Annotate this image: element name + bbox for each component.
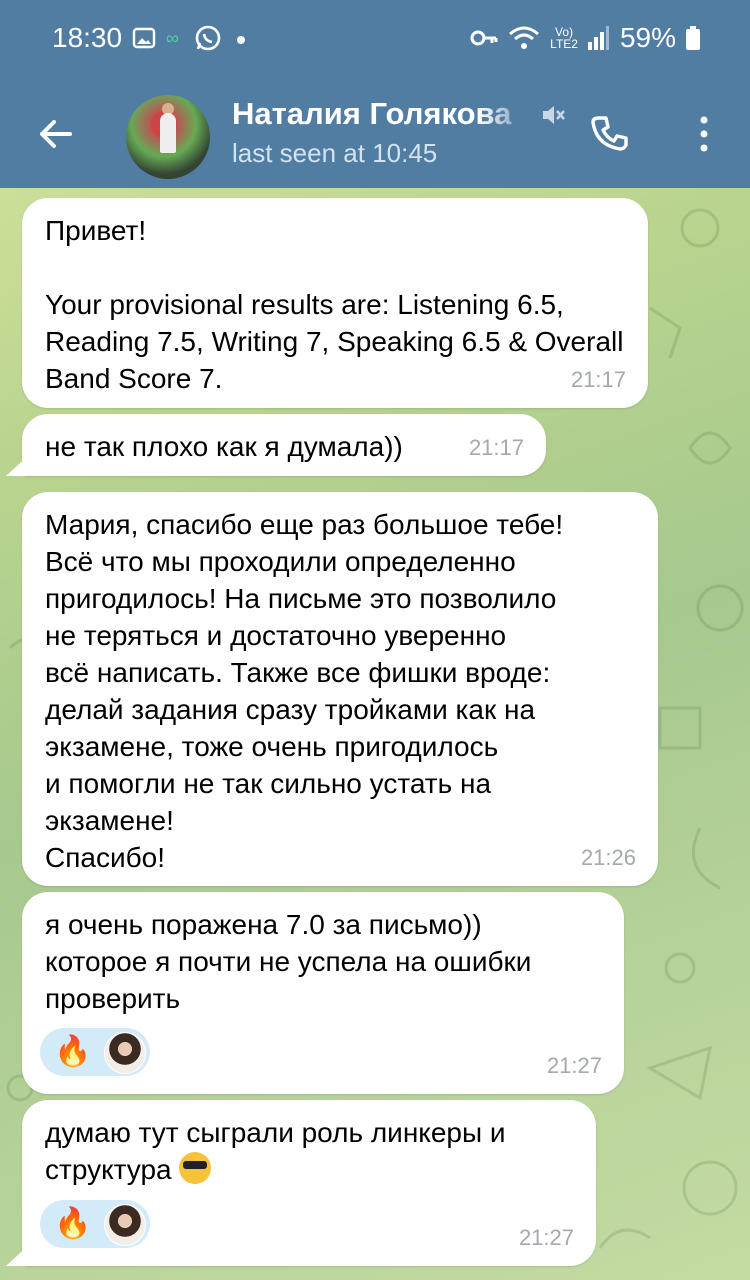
key-icon [470,30,498,46]
reactor-avatar [104,1204,146,1246]
message-text-content: думаю тут сыграли роль линкеры и структу… [45,1117,506,1185]
battery-text: 59% [619,22,676,53]
message-bubble[interactable]: Привет! Your provisional results are: Li… [22,198,648,408]
message-bubble[interactable]: не так плохо как я думала)) 21:17 [22,414,546,476]
message-time: 21:17 [570,367,626,392]
message-bubble[interactable]: Мария, спасибо еще раз большое тебе! Всё… [22,492,658,886]
wifi-icon [509,26,540,49]
battery-icon [686,26,700,50]
mute-icon [543,106,565,124]
fire-reaction: 🔥 [54,1207,92,1240]
message-time: 21:26 [580,845,636,870]
status-bar: 18:30 ∞ Vo) LTE2 59% [0,0,750,80]
fire-reaction: 🔥 [54,1035,92,1068]
status-right-group: Vo) LTE2 59% [470,22,700,54]
message-time: 21:27 [546,1053,602,1078]
message-bubble[interactable]: думаю тут сыграли роль линкеры и структу… [22,1100,596,1266]
message-text: думаю тут сыграли роль линкеры и структу… [45,1114,572,1188]
chat-header: Наталия Голякова last seen at 10:45 [0,80,750,188]
sunglasses-emoji-icon [179,1152,212,1184]
message-time: 21:27 [518,1225,574,1250]
reactor-avatar [104,1032,146,1074]
notification-dot [237,36,245,44]
reaction-pill[interactable]: 🔥 [40,1200,150,1248]
message-text: Привет! Your provisional results are: Li… [45,215,624,394]
last-seen: last seen at 10:45 [232,138,438,168]
contact-avatar[interactable] [126,95,210,179]
message-bubble[interactable]: я очень поражена 7.0 за письмо)) которое… [22,892,624,1094]
message-text: я очень поражена 7.0 за письмо)) которое… [45,909,532,1014]
gallery-icon [132,27,156,49]
link-icon: ∞ [166,28,179,48]
volte-icon: Vo) LTE2 [550,25,578,51]
message-time: 21:17 [468,435,524,460]
back-arrow-icon[interactable] [36,114,76,154]
more-vert-icon[interactable] [694,114,714,154]
message-text: Мария, спасибо еще раз большое тебе! Всё… [45,509,564,873]
phone-icon[interactable] [590,114,630,154]
reaction-pill[interactable]: 🔥 [40,1028,150,1076]
status-time: 18:30 [52,22,123,53]
signal-icon [587,26,609,50]
message-text: не так плохо как я думала)) [45,431,403,462]
whatsapp-icon [195,25,221,51]
